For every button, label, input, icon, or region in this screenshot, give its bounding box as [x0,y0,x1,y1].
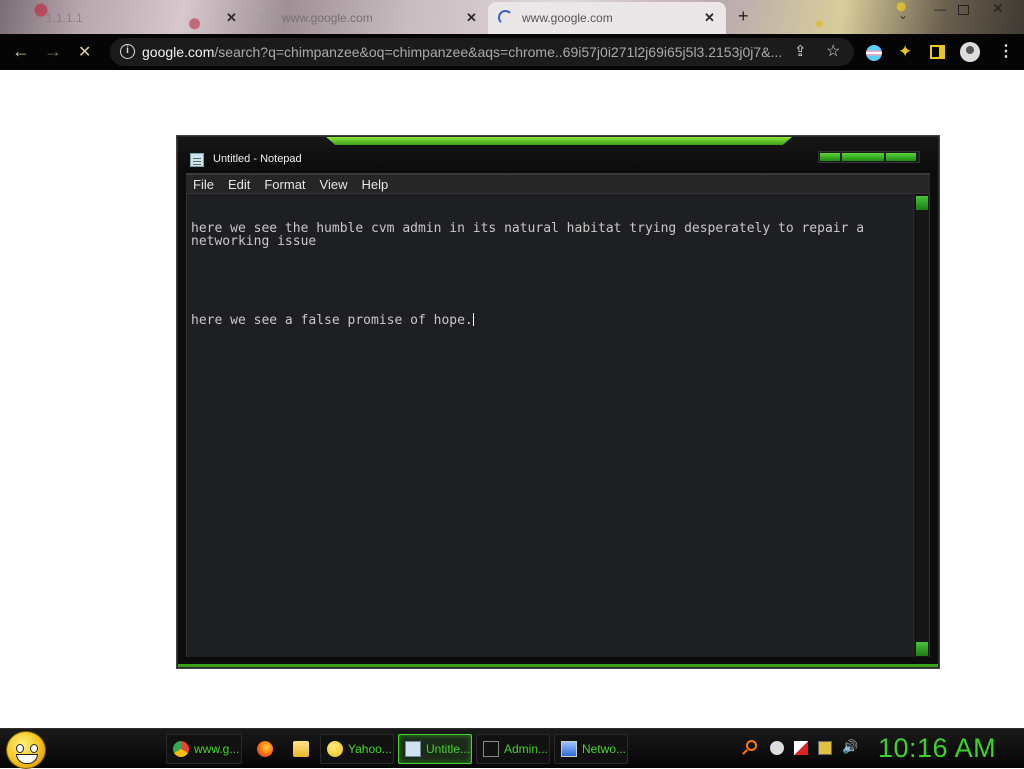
firefox-icon [257,741,273,757]
info-icon[interactable]: i [120,44,135,59]
share-icon[interactable]: ⇪ [794,42,807,60]
side-panel-icon[interactable] [930,45,945,59]
browser-toolbar: ← → ✕ i google.com/search?q=chimpanzee&o… [0,34,1024,70]
taskbar-button-network[interactable]: Netwo... [554,734,628,764]
close-button[interactable] [886,153,916,161]
task-label: Admin... [504,742,549,756]
kebab-menu-icon[interactable]: ⋮ [998,41,1014,61]
vertical-scrollbar[interactable] [913,194,929,658]
task-label: Netwo... [582,742,627,756]
tab-title: 1.1.1.1 [46,11,83,25]
search-icon[interactable] [746,740,757,751]
window-controls [818,151,920,163]
text-line: here we see the humble cvm admin in its … [191,221,872,249]
loading-spinner-icon [498,10,513,25]
tab-close-icon[interactable]: ✕ [226,10,237,26]
taskbar-button-explorer[interactable] [286,734,314,764]
network-icon [561,741,577,757]
globe-icon [260,11,274,25]
menu-format[interactable]: Format [257,177,312,192]
scroll-up-button[interactable] [916,196,928,210]
yahoo-messenger-icon [327,741,343,757]
forward-arrow-icon[interactable]: → [44,41,62,62]
tab-google-active[interactable]: www.google.com ✕ [488,2,726,34]
notepad-title-bar[interactable]: Untitled - Notepad [178,137,938,173]
profile-avatar-icon[interactable] [960,42,980,62]
notepad-icon [190,153,204,167]
browser-tab-strip: 1.1.1.1 ✕ www.google.com ✕ www.google.co… [0,0,1024,34]
notepad-icon [405,741,421,757]
menu-edit[interactable]: Edit [221,177,257,192]
url-text[interactable]: google.com/search?q=chimpanzee&oq=chimpa… [142,44,782,60]
text-caret [472,313,474,326]
network-tray-icon[interactable] [818,741,832,755]
url-host: google.com [142,44,215,60]
messenger-tray-icon[interactable] [770,741,784,755]
back-arrow-icon[interactable]: ← [12,41,30,62]
tab-title: www.google.com [282,11,373,25]
minimize-icon[interactable]: — [934,2,946,16]
text-line-with-caret: here we see a false promise of hope. [191,313,911,327]
text-editor-area[interactable]: here we see the humble cvm admin in its … [186,193,930,659]
plus-icon[interactable]: + [738,6,749,27]
editor-text[interactable]: here we see the humble cvm admin in its … [191,196,911,353]
tab-close-icon[interactable]: ✕ [704,10,715,26]
menu-file[interactable]: File [186,177,221,192]
text-line: here we see a false promise of hope. [191,313,473,328]
tab-google-1[interactable]: www.google.com ✕ [250,4,486,32]
folder-icon [293,741,309,757]
pride-flag-extension-icon[interactable] [866,45,882,61]
notepad-window: Untitled - Notepad File Edit Format View… [177,136,939,668]
window-bottom-border [178,657,938,667]
task-label: Yahoo... [348,742,392,756]
puzzle-icon[interactable]: ✦ [898,42,912,62]
close-icon[interactable]: ✕ [992,0,1004,17]
menu-view[interactable]: View [313,177,355,192]
task-label: www.g... [194,742,240,756]
star-icon[interactable]: ☆ [826,41,840,61]
chrome-icon [173,741,189,757]
restore-icon[interactable] [958,5,969,15]
taskbar-button-yahoo[interactable]: Yahoo... [320,734,394,764]
tab-1-1-1-1[interactable]: 1.1.1.1 ✕ [10,4,246,32]
task-label: Untitle... [426,742,471,756]
tab-title: www.google.com [522,11,613,25]
minimize-button[interactable] [820,153,840,161]
taskbar-button-admin[interactable]: Admin... [476,734,550,764]
window-title: Untitled - Notepad [213,153,302,165]
cmd-icon [483,741,499,757]
stop-loading-icon[interactable]: ✕ [78,42,91,62]
menu-help[interactable]: Help [354,177,395,192]
address-bar[interactable]: i google.com/search?q=chimpanzee&oq=chim… [110,38,854,66]
tab-close-icon[interactable]: ✕ [466,10,477,26]
taskbar: www.g... Yahoo... Untitle... Admin... Ne… [0,728,1024,769]
volume-icon[interactable]: 🔊 [842,739,858,754]
menu-bar: File Edit Format View Help [186,173,930,193]
clock[interactable]: 10:16 AM [878,733,996,764]
maximize-button[interactable] [842,153,884,161]
taskbar-button-firefox[interactable] [250,734,278,764]
scroll-down-button[interactable] [916,642,928,656]
action-center-flag-icon[interactable] [794,741,808,755]
start-button-smiley-icon[interactable] [6,731,46,769]
chevron-down-icon[interactable]: ⌄ [898,8,908,22]
taskbar-button-notepad[interactable]: Untitle... [398,734,472,764]
url-path: /search?q=chimpanzee&oq=chimpanzee&aqs=c… [214,44,782,60]
taskbar-button-chrome[interactable]: www.g... [166,734,242,764]
